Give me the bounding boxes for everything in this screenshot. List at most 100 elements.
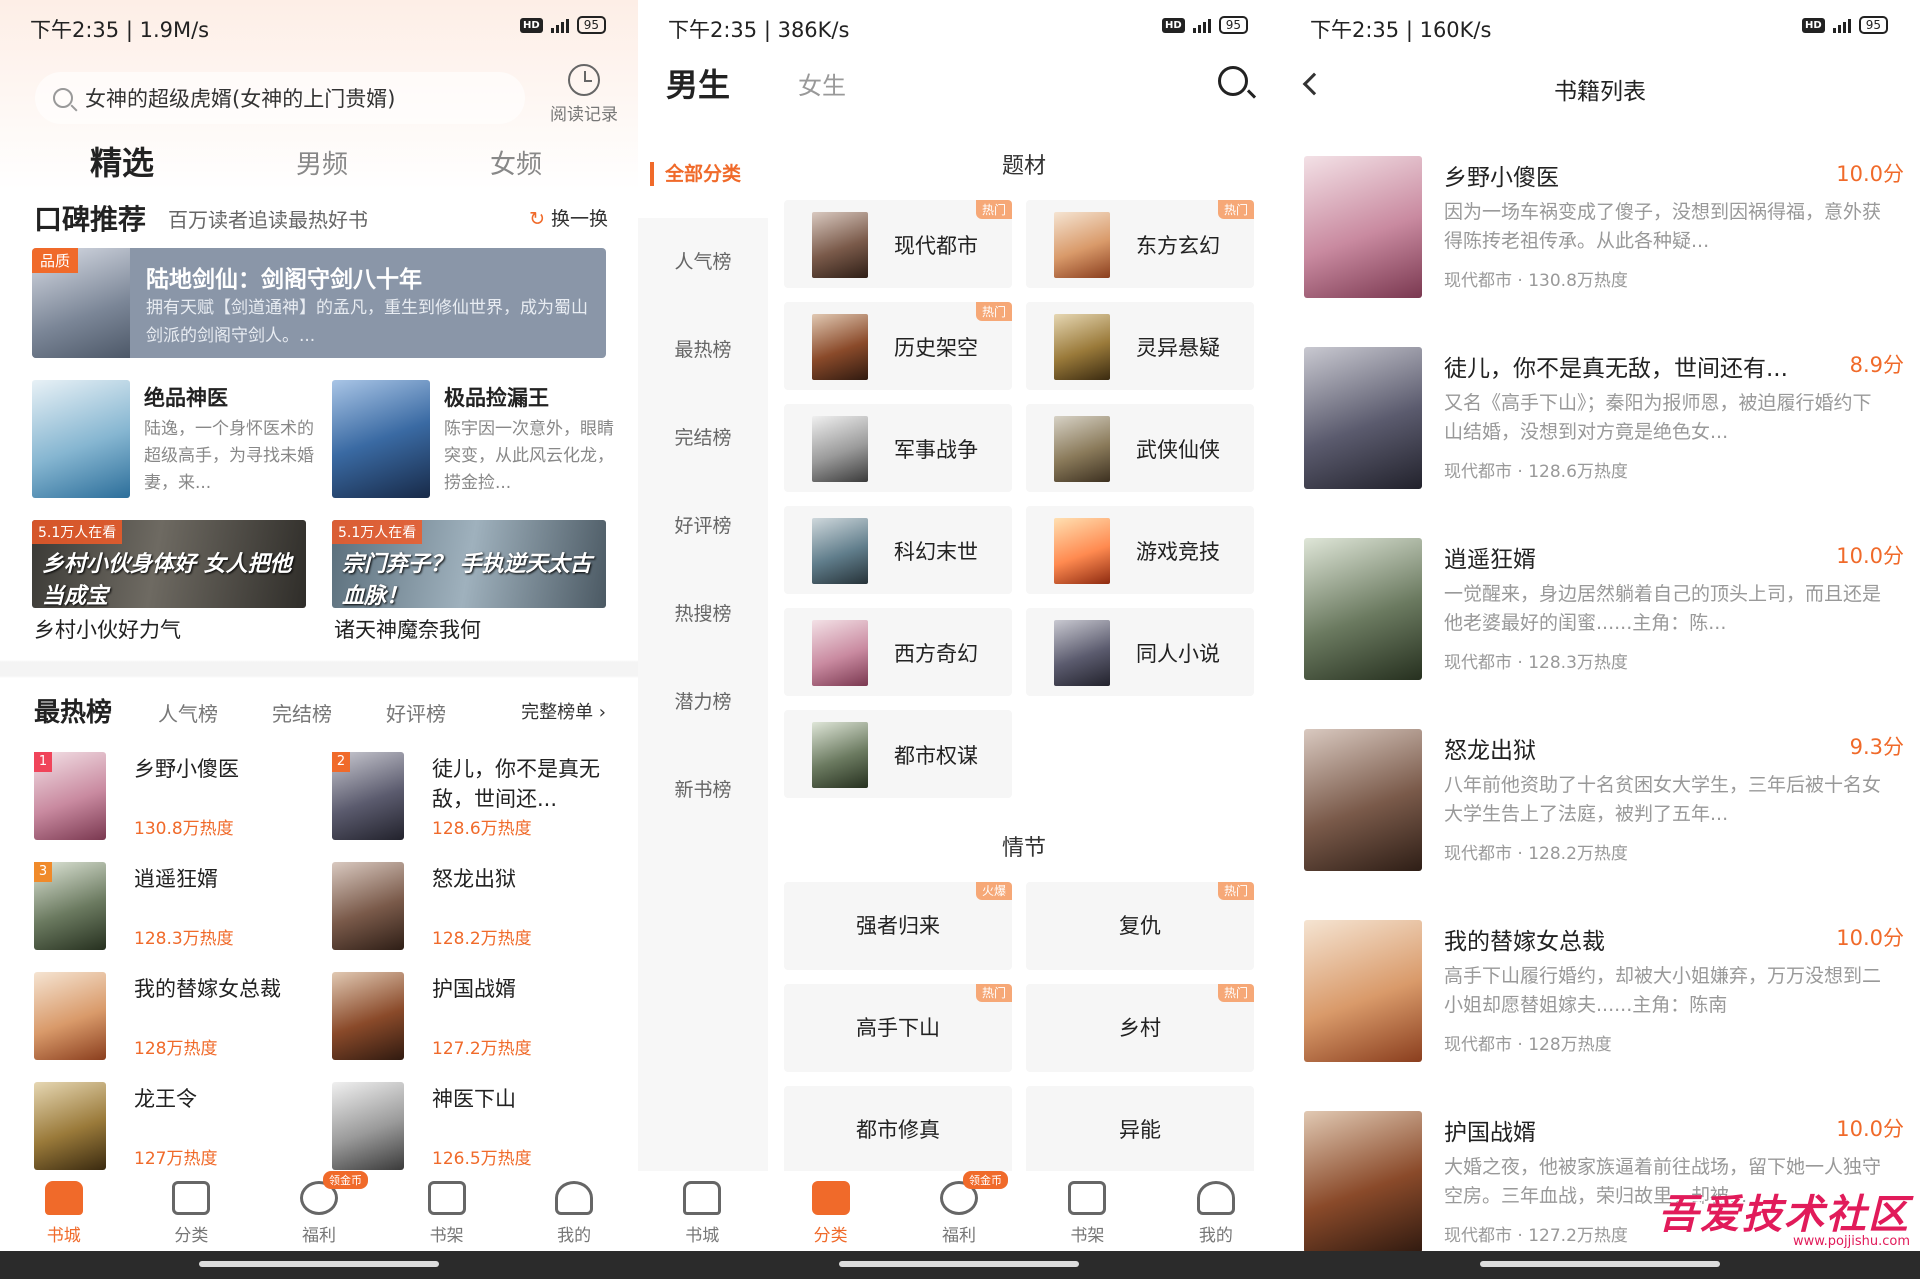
book-cover [34, 972, 106, 1060]
book-list-item[interactable]: 怒龙出狱 9.3分 八年前他资助了十名贫困女大学生，三年后被十名女大学生告上了法庭，… [1304, 729, 1904, 875]
rank-item[interactable]: 护国战婿 127.2万热度 [332, 972, 622, 1068]
nav-label: 福利 [942, 1226, 977, 1246]
nav-category[interactable]: 分类 [128, 1171, 256, 1251]
featured-book-banner[interactable]: 品质 陆地剑仙：剑阁守剑八十年 拥有天赋【剑道通神】的孟凡，重生到修仙世界，成为… [32, 248, 606, 358]
plot-name: 乡村 [1119, 1016, 1161, 1040]
book-title: 绝品神医 [144, 386, 228, 410]
category-name: 同人小说 [1136, 642, 1220, 666]
banner-caption[interactable]: 诸天神魔奈我何 [334, 614, 481, 644]
sidebar-item[interactable]: 全部分类 [638, 130, 768, 218]
nav-category[interactable]: 分类 [766, 1171, 894, 1251]
full-ranking-link[interactable]: 完整榜单 › [521, 698, 606, 724]
sidebar-item[interactable]: 新书榜 [638, 746, 768, 834]
tab-male[interactable]: 男频 [296, 144, 348, 181]
swap-button[interactable]: ↻ 换一换 [529, 204, 608, 231]
book-cover [332, 1082, 404, 1170]
nav-welfare[interactable]: 领金币 福利 [895, 1171, 1023, 1251]
plot-tile[interactable]: 强者归来 火爆 [784, 882, 1012, 970]
book-card[interactable]: 极品捡漏王 陈宇因一次意外，眼睛突变，从此风云化龙，捞金捡... [332, 380, 622, 500]
hd-icon: HD [520, 17, 543, 33]
book-list-item[interactable]: 我的替嫁女总裁 10.0分 高手下山履行婚约，却被大小姐嫌弃，万万没想到二小姐却愿替… [1304, 920, 1904, 1066]
book-list-item[interactable]: 徒儿，你不是真无敌，世间还有... 8.9分 又名《高手下山》；秦阳为报师恩，被迫履… [1304, 347, 1904, 493]
sidebar-item[interactable]: 潜力榜 [638, 658, 768, 746]
nav-welfare[interactable]: 领金币 福利 [255, 1171, 383, 1251]
sidebar-item[interactable]: 人气榜 [638, 218, 768, 306]
category-tile[interactable]: 现代都市 热门 [784, 200, 1012, 288]
reading-history-button[interactable]: 阅读记录 [545, 64, 623, 125]
heat-value: 128.6万热度 [432, 819, 532, 839]
nav-bookstore[interactable]: 书城 [638, 1171, 766, 1251]
promo-banner[interactable]: 5.1万人在看 乡村小伙身体好 女人把他当成宝 [32, 520, 306, 608]
hd-icon: HD [1802, 17, 1825, 33]
home-indicator[interactable] [638, 1251, 1280, 1279]
banner-caption[interactable]: 乡村小伙好力气 [34, 614, 181, 644]
tab-girls[interactable]: 女生 [798, 66, 846, 101]
sidebar-item[interactable]: 热搜榜 [638, 570, 768, 658]
nav-bookstore[interactable]: 书城 [0, 1171, 128, 1251]
sidebar-item[interactable]: 完结榜 [638, 394, 768, 482]
search-icon[interactable] [1218, 66, 1248, 96]
rank-item[interactable]: 龙王令 127万热度 [34, 1082, 324, 1178]
plot-tile[interactable]: 高手下山 热门 [784, 984, 1012, 1072]
nav-label: 书架 [429, 1226, 464, 1246]
nav-mine[interactable]: 我的 [510, 1171, 638, 1251]
nav-mine[interactable]: 我的 [1152, 1171, 1280, 1251]
rank-tab[interactable]: 人气榜 [158, 698, 218, 727]
tab-boys[interactable]: 男生 [666, 60, 730, 106]
tab-featured[interactable]: 精选 [90, 138, 154, 184]
book-list-item[interactable]: 逍遥狂婿 10.0分 一觉醒来，身边居然躺着自己的顶头上司，而且还是他老婆最好的闺蜜… [1304, 538, 1904, 684]
category-tile[interactable]: 东方玄幻 热门 [1026, 200, 1254, 288]
category-tile[interactable]: 都市权谋 [784, 710, 1012, 798]
category-cover [812, 518, 868, 584]
hot-tag: 热门 [1217, 882, 1254, 900]
rank-item[interactable]: 怒龙出狱 128.2万热度 [332, 862, 622, 958]
category-cover [812, 314, 868, 380]
home-indicator[interactable] [0, 1251, 638, 1279]
plot-tile[interactable]: 复仇 热门 [1026, 882, 1254, 970]
category-tile[interactable]: 游戏竞技 [1026, 506, 1254, 594]
rank-item[interactable]: 2 徒儿，你不是真无敌，世间还... 128.6万热度 [332, 752, 622, 848]
rank-item[interactable]: 1 乡野小傻医 130.8万热度 [34, 752, 324, 848]
section-title: 口碑推荐 [34, 203, 147, 236]
category-tile[interactable]: 武侠仙侠 [1026, 404, 1254, 492]
search-input[interactable]: 女神的超级虎婿(女神的上门贵婿) [35, 72, 525, 124]
book-desc: 八年前他资助了十名贫困女大学生，三年后被十名女大学生告上了法庭，被判了五年... [1444, 774, 1882, 825]
category-cover [812, 620, 868, 686]
plot-tile[interactable]: 异能 [1026, 1086, 1254, 1174]
search-icon [53, 88, 73, 108]
book-meta: 现代都市 · 128.3万热度 [1444, 653, 1628, 673]
category-tile[interactable]: 历史架空 热门 [784, 302, 1012, 390]
rank-tab[interactable]: 完结榜 [272, 698, 332, 727]
nav-bookshelf[interactable]: 书架 [1023, 1171, 1151, 1251]
sidebar-item[interactable]: 最热榜 [638, 306, 768, 394]
plot-tile[interactable]: 都市修真 [784, 1086, 1012, 1174]
hot-tag: 热门 [1217, 984, 1254, 1002]
book-desc: 一觉醒来，身边居然躺着自己的顶头上司，而且还是他老婆最好的闺蜜......主角：… [1444, 583, 1882, 634]
book-title: 徒儿，你不是真无敌，世间还有... [1444, 356, 1788, 382]
category-tile[interactable]: 科幻末世 [784, 506, 1012, 594]
plot-name: 高手下山 [856, 1016, 940, 1040]
nav-label: 分类 [174, 1226, 209, 1246]
rank-item[interactable]: 神医下山 126.5万热度 [332, 1082, 622, 1178]
book-list-item[interactable]: 乡野小傻医 10.0分 因为一场车祸变成了傻子，没想到因祸得福，意外获得陈抟老祖传承… [1304, 156, 1904, 302]
rank-item[interactable]: 我的替嫁女总裁 128万热度 [34, 972, 324, 1068]
category-tile[interactable]: 西方奇幻 [784, 608, 1012, 696]
quality-tag: 品质 [32, 248, 79, 273]
refresh-icon: ↻ [529, 208, 545, 230]
watermark: 吾爱技术社区 www.pojjishu.com [1658, 1182, 1910, 1249]
category-tile[interactable]: 同人小说 [1026, 608, 1254, 696]
nav-bookshelf[interactable]: 书架 [383, 1171, 511, 1251]
home-indicator[interactable] [1280, 1251, 1920, 1279]
book-desc: 又名《高手下山》；秦阳为报师恩，被迫履行婚约下山结婚，没想到对方竟是绝色女... [1444, 392, 1872, 443]
tab-female[interactable]: 女频 [490, 144, 542, 181]
rank-item[interactable]: 3 逍遥狂婿 128.3万热度 [34, 862, 324, 958]
category-tile[interactable]: 军事战争 [784, 404, 1012, 492]
rank-tab[interactable]: 好评榜 [386, 698, 446, 727]
plot-name: 强者归来 [856, 914, 940, 938]
category-tile[interactable]: 灵异悬疑 [1026, 302, 1254, 390]
promo-banner[interactable]: 5.1万人在看 宗门弃子？ 手执逆天太古血脉！ [332, 520, 606, 608]
featured-title: 陆地剑仙：剑阁守剑八十年 [146, 267, 422, 293]
sidebar-item[interactable]: 好评榜 [638, 482, 768, 570]
plot-tile[interactable]: 乡村 热门 [1026, 984, 1254, 1072]
book-card[interactable]: 绝品神医 陆逸，一个身怀医术的超级高手，为寻找未婚妻，来... [32, 380, 322, 500]
